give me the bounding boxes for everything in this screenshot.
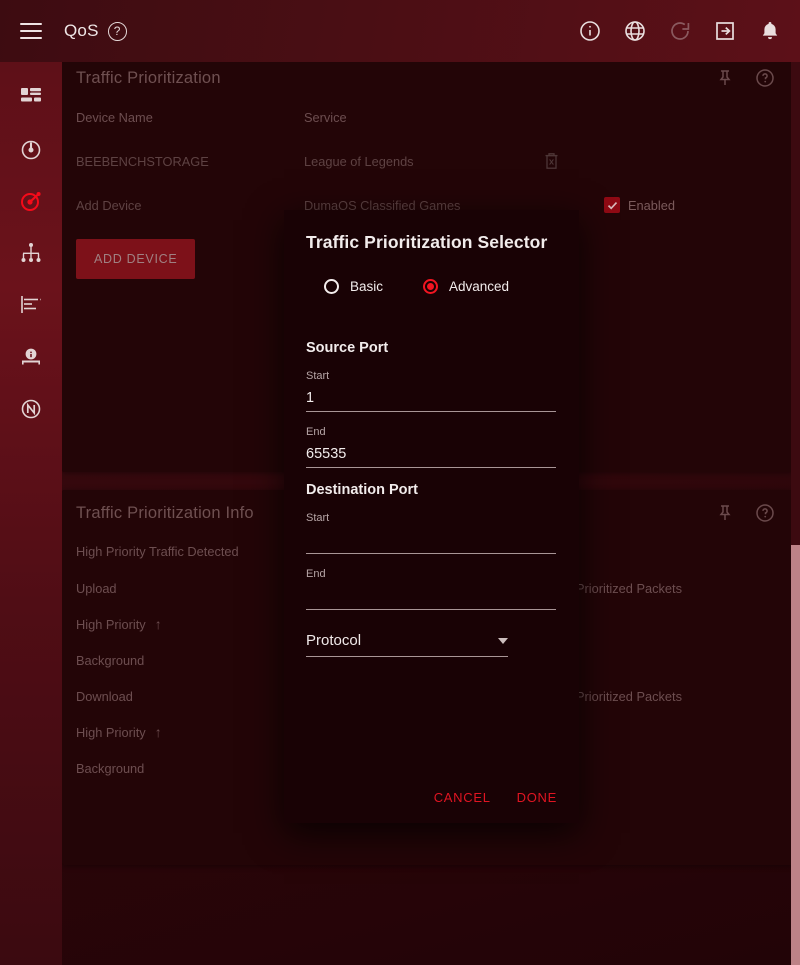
source-port-start-field: Start (306, 370, 557, 412)
sidebar-item-dashboard-icon[interactable] (18, 84, 44, 110)
destination-port-start-field: Start (306, 512, 557, 554)
header-icon-group (578, 0, 782, 62)
mode-radio-group: Basic Advanced (324, 279, 557, 294)
source-port-start-input[interactable] (306, 388, 556, 412)
table-header-row: Device Name Service (76, 95, 779, 139)
table-row[interactable]: BEEBENCHSTORAGE League of Legends (76, 139, 779, 183)
top-header-bar: QoS ? (0, 0, 800, 62)
prioritization-table: Device Name Service BEEBENCHSTORAGE Leag… (62, 95, 793, 227)
info-icon[interactable] (578, 19, 602, 43)
sidebar-item-qos-icon[interactable] (18, 188, 44, 214)
destination-port-end-field: End (306, 568, 557, 610)
help-circle-icon[interactable] (755, 68, 775, 88)
upload-background-label: Background (76, 652, 145, 668)
traffic-prioritization-selector-dialog: Traffic Prioritization Selector Basic Ad… (284, 210, 579, 823)
globe-icon[interactable] (623, 19, 647, 43)
radio-advanced[interactable]: Advanced (423, 279, 509, 294)
card-title: Traffic Prioritization (76, 68, 221, 87)
page-scrollbar-thumb[interactable] (791, 545, 800, 965)
sidebar-item-device-info-icon[interactable] (18, 344, 44, 370)
chevron-down-icon (498, 638, 508, 644)
destination-port-end-label: End (306, 568, 326, 580)
cell-add-device[interactable]: Add Device (76, 198, 304, 213)
done-button[interactable]: DONE (517, 790, 557, 805)
pin-icon[interactable] (715, 503, 735, 523)
sidebar-item-network-map-icon[interactable] (18, 240, 44, 266)
bell-icon[interactable] (758, 19, 782, 43)
source-port-start-label: Start (306, 370, 330, 382)
download-high-priority-label: High Priority (76, 724, 146, 740)
qos-app-window: QoS ? Traffic Prioritization Device Name… (0, 0, 800, 965)
enabled-checkbox[interactable] (604, 197, 620, 213)
radio-basic-label: Basic (350, 279, 384, 294)
destination-port-start-input[interactable] (306, 530, 556, 554)
upload-high-priority-label: High Priority (76, 616, 146, 632)
radio-advanced-dot (423, 279, 439, 294)
help-circle-icon[interactable]: ? (107, 21, 127, 41)
hamburger-icon[interactable] (20, 23, 42, 39)
destination-port-heading: Destination Port (306, 482, 418, 498)
refresh-icon[interactable] (668, 19, 692, 43)
trash-icon[interactable] (544, 152, 604, 170)
logout-icon[interactable] (713, 19, 737, 43)
add-device-button[interactable]: ADD DEVICE (76, 239, 196, 279)
source-port-end-input[interactable] (306, 444, 556, 468)
left-sidebar-nav (0, 62, 62, 965)
protocol-select-value: Protocol (306, 632, 362, 649)
column-header-service: Service (304, 109, 347, 125)
column-header-device-name: Device Name (76, 109, 153, 125)
upload-prioritized-packets-label: Prioritized Packets (576, 580, 682, 596)
sidebar-item-traffic-log-icon[interactable] (18, 292, 44, 318)
dialog-action-group: CANCEL DONE (434, 790, 557, 805)
sidebar-item-netduma-icon[interactable] (18, 396, 44, 422)
card-action-group (715, 503, 775, 523)
card-title: Traffic Prioritization Info (76, 503, 254, 522)
card-action-group (715, 68, 775, 88)
pin-icon[interactable] (715, 68, 735, 88)
source-port-end-label: End (306, 426, 326, 438)
protocol-select[interactable]: Protocol (306, 632, 508, 657)
help-circle-icon[interactable] (755, 503, 775, 523)
page-title: QoS (64, 21, 99, 40)
cancel-button[interactable]: CANCEL (434, 790, 491, 805)
sidebar-item-speedometer-icon[interactable] (18, 136, 44, 162)
enabled-label: Enabled (628, 197, 675, 213)
radio-basic[interactable]: Basic (324, 279, 383, 294)
destination-port-end-input[interactable] (306, 586, 556, 610)
download-prioritized-packets-label: Prioritized Packets (576, 688, 682, 704)
arrow-up-icon: ↑ (154, 724, 162, 740)
source-port-heading: Source Port (306, 340, 389, 356)
arrow-up-icon: ↑ (154, 616, 162, 632)
download-background-label: Background (76, 760, 145, 776)
dialog-title: Traffic Prioritization Selector (306, 232, 548, 252)
source-port-end-field: End (306, 426, 557, 468)
radio-basic-dot (324, 279, 339, 294)
destination-port-start-label: Start (306, 512, 330, 524)
radio-advanced-label: Advanced (449, 279, 510, 294)
cell-device-name: BEEBENCHSTORAGE (76, 153, 209, 169)
cell-service: League of Legends (304, 153, 414, 169)
